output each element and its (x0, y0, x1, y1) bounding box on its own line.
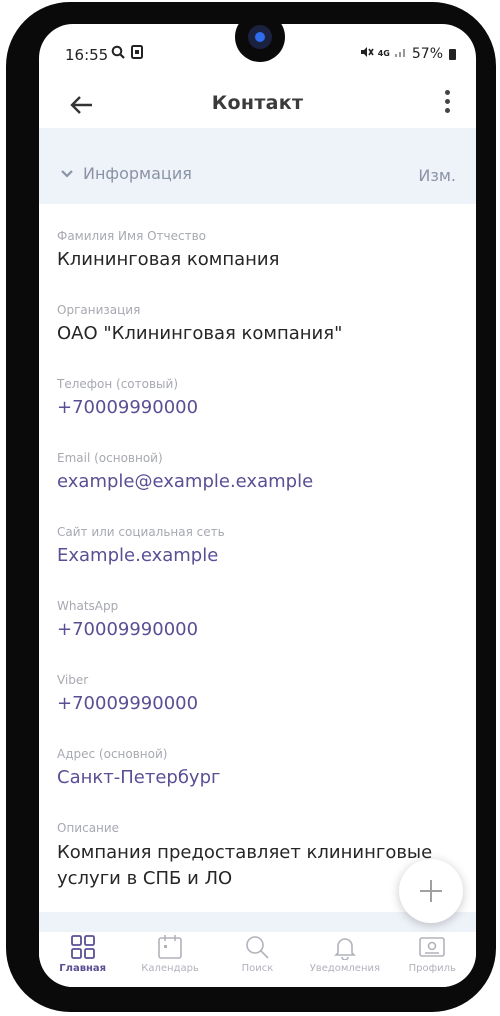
calendar-icon (158, 935, 182, 959)
field-value: Компания предоставляет клининговые услуг… (57, 842, 433, 889)
nav-calendar[interactable]: Календарь (128, 932, 212, 987)
field-value: ОАО "Клининговая компания" (57, 323, 343, 344)
edit-button[interactable]: Изм. (418, 166, 456, 185)
front-camera (235, 12, 285, 62)
nav-label: Уведомления (309, 963, 381, 974)
field-description: Описание Компания предоставляет клининго… (57, 820, 457, 894)
battery-icon (449, 48, 456, 60)
email-link[interactable]: example@example.example (57, 470, 457, 494)
whatsapp-link[interactable]: +70009990000 (57, 618, 457, 642)
nav-notifications[interactable]: Уведомления (303, 932, 387, 987)
status-right-group: 4G 57% (360, 46, 456, 62)
section-title: Информация (83, 164, 192, 183)
more-menu-button[interactable] (440, 90, 454, 120)
status-time: 16:55 (65, 46, 109, 64)
info-section-header: Информация Изм. (39, 128, 476, 204)
website-link[interactable]: Example.example (57, 544, 457, 568)
phone-link[interactable]: +70009990000 (57, 396, 457, 420)
field-label: Фамилия Имя Отчество (57, 229, 207, 243)
field-label: Viber (57, 673, 89, 687)
field-organization: Организация ОАО "Клининговая компания" (57, 302, 457, 376)
field-phone: Телефон (сотовый) +70009990000 (57, 376, 457, 450)
nav-label: Календарь (141, 963, 199, 974)
add-button[interactable] (399, 859, 463, 923)
nav-label: Главная (59, 963, 107, 974)
search-status-icon (111, 45, 125, 63)
search-icon (246, 936, 270, 959)
field-whatsapp: WhatsApp +70009990000 (57, 598, 457, 672)
address-link[interactable]: Санкт-Петербург (57, 766, 457, 790)
chevron-down-icon (61, 169, 73, 178)
field-label: Описание (57, 821, 120, 835)
field-label: Организация (57, 303, 141, 317)
nav-label: Профиль (408, 963, 456, 974)
field-full-name: Фамилия Имя Отчество Клининговая компани… (57, 228, 457, 302)
field-email: Email (основной) example@example.example (57, 450, 457, 524)
nav-label: Поиск (241, 963, 274, 974)
signal-icon (394, 46, 408, 62)
mute-icon (360, 46, 374, 62)
nav-search[interactable]: Поиск (215, 932, 299, 987)
field-label: Адрес (основной) (57, 747, 168, 761)
nav-home[interactable]: Главная (41, 932, 125, 987)
viber-link[interactable]: +70009990000 (57, 692, 457, 716)
network-type: 4G (377, 49, 390, 58)
field-address: Адрес (основной) Санкт-Петербург (57, 746, 457, 820)
app-header: Контакт (39, 84, 476, 128)
profile-icon (419, 937, 446, 957)
field-viber: Viber +70009990000 (57, 672, 457, 746)
field-label: Сайт или социальная сеть (57, 525, 225, 539)
screenshot-status-icon (131, 45, 143, 63)
field-label: Email (основной) (57, 451, 163, 465)
screen: 16:55 4G 57% Контакт Информация Изм. Фам… (39, 24, 476, 987)
bottom-nav: Главная Календарь Поиск Уведомления Проф… (39, 932, 476, 987)
nav-profile[interactable]: Профиль (390, 932, 474, 987)
field-website: Сайт или социальная сеть Example.example (57, 524, 457, 598)
phone-frame: 16:55 4G 57% Контакт Информация Изм. Фам… (6, 2, 496, 1012)
field-value: Клининговая компания (57, 249, 280, 270)
contact-details: Фамилия Имя Отчество Клининговая компани… (57, 228, 457, 894)
plus-icon (420, 880, 442, 902)
kebab-icon (440, 90, 454, 113)
page-title: Контакт (211, 92, 304, 114)
battery-percent: 57% (411, 46, 443, 62)
bell-icon (333, 938, 356, 960)
field-label: WhatsApp (57, 599, 119, 613)
field-label: Телефон (сотовый) (57, 377, 179, 391)
section-toggle[interactable]: Информация (61, 164, 192, 183)
grid-icon (70, 935, 95, 959)
